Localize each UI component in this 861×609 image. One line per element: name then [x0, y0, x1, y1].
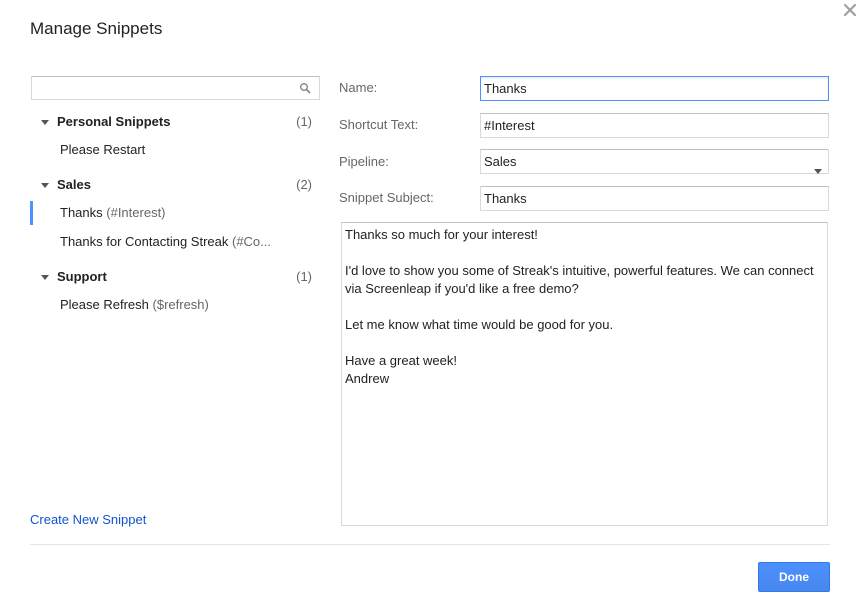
group-sales[interactable]: Sales (2): [40, 174, 312, 194]
snippet-search-input[interactable]: [32, 77, 282, 99]
create-new-snippet-link[interactable]: Create New Snippet: [30, 512, 146, 527]
done-button[interactable]: Done: [758, 562, 830, 592]
pipeline-label: Pipeline:: [339, 152, 389, 172]
group-count: (1): [296, 114, 312, 129]
caret-down-icon: [40, 115, 50, 125]
caret-down-icon: [40, 270, 50, 280]
shortcut-text-label: Shortcut Text:: [339, 115, 418, 135]
group-support[interactable]: Support (1): [40, 266, 312, 286]
body-line: Thanks so much for your interest!: [345, 226, 824, 244]
pipeline-selected-value: Sales: [484, 154, 517, 169]
snippet-item-please-refresh[interactable]: Please Refresh ($refresh): [30, 293, 320, 317]
snippet-name: Please Refresh: [60, 297, 149, 312]
group-name: Support: [57, 269, 107, 284]
snippet-shortcut: (#Co...: [232, 234, 271, 249]
snippet-item-thanks-for-contacting-streak[interactable]: Thanks for Contacting Streak (#Co...: [30, 230, 320, 254]
pipeline-select[interactable]: Sales: [480, 149, 829, 174]
caret-down-icon: [40, 178, 50, 188]
body-blank-line: [345, 298, 824, 316]
group-name: Personal Snippets: [57, 114, 170, 129]
body-line: I'd love to show you some of Streak's in…: [345, 262, 824, 298]
group-name: Sales: [57, 177, 91, 192]
snippet-shortcut: ($refresh): [153, 297, 209, 312]
snippet-subject-label: Snippet Subject:: [339, 188, 434, 208]
snippet-name: Thanks: [60, 205, 103, 220]
body-line: Let me know what time would be good for …: [345, 316, 824, 334]
snippet-item-please-restart[interactable]: Please Restart: [30, 138, 320, 162]
body-blank-line: [345, 334, 824, 352]
snippet-name: Please Restart: [60, 142, 145, 157]
close-icon[interactable]: [843, 3, 859, 19]
group-personal-snippets[interactable]: Personal Snippets (1): [40, 111, 312, 131]
name-label: Name:: [339, 78, 377, 98]
snippet-shortcut: (#Interest): [106, 205, 165, 220]
name-input[interactable]: [480, 76, 829, 101]
body-blank-line: [345, 244, 824, 262]
footer-divider: [30, 544, 830, 545]
snippet-subject-input[interactable]: [480, 186, 829, 211]
group-count: (2): [296, 177, 312, 192]
group-count: (1): [296, 269, 312, 284]
shortcut-text-input[interactable]: [480, 113, 829, 138]
snippet-item-thanks[interactable]: Thanks (#Interest): [30, 201, 320, 225]
chevron-down-icon: [814, 159, 822, 165]
dialog-title: Manage Snippets: [30, 19, 162, 39]
body-line: Have a great week!: [345, 352, 824, 370]
search-icon[interactable]: [299, 82, 311, 94]
body-line: Andrew: [345, 370, 824, 388]
snippet-body-editor[interactable]: Thanks so much for your interest! I'd lo…: [341, 222, 828, 526]
snippet-name: Thanks for Contacting Streak: [60, 234, 228, 249]
snippet-search-box: [31, 76, 320, 100]
